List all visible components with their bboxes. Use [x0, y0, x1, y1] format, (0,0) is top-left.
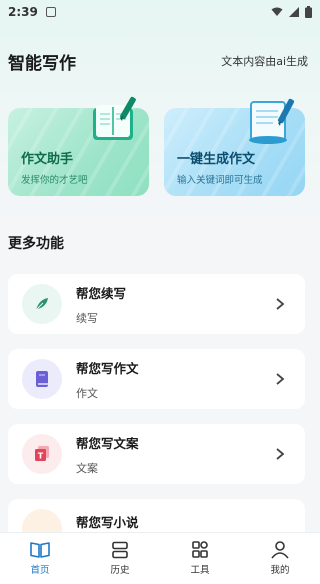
card-title: 一键生成作文 — [177, 152, 256, 167]
feature-write-copy[interactable]: T 帮您写文案 文案 — [8, 424, 305, 484]
chevron-right-icon — [276, 448, 285, 460]
nav-home[interactable]: 首页 — [0, 541, 80, 576]
feature-label: 帮您续写 — [76, 285, 127, 301]
notification-icon — [45, 7, 56, 17]
chevron-right-icon — [276, 373, 285, 385]
tools-grid-icon — [192, 541, 208, 558]
nav-label: 工具 — [190, 565, 210, 576]
generate-essay-card[interactable]: 一键生成作文 输入关键词即可生成 — [164, 98, 305, 196]
feature-write-essay[interactable]: 帮您写作文 作文 — [8, 349, 305, 409]
history-icon — [112, 541, 128, 559]
battery-icon — [305, 6, 312, 18]
home-book-icon — [30, 542, 50, 558]
nav-label: 首页 — [30, 565, 50, 576]
chevron-right-icon — [276, 298, 285, 310]
feature-icon-bg — [22, 359, 62, 399]
essay-assistant-card[interactable]: 作文助手 发挥你的才艺吧 — [8, 96, 149, 196]
wifi-icon — [271, 7, 283, 16]
scroll-pen-icon — [249, 98, 295, 144]
notebook-pen-icon — [93, 96, 136, 140]
feature-label: 帮您写文案 — [76, 435, 139, 451]
feature-text: 帮您写小说 — [76, 512, 305, 531]
book-icon — [36, 371, 48, 387]
nav-history[interactable]: 历史 — [80, 541, 160, 576]
nav-label: 历史 — [110, 565, 130, 576]
feather-icon — [35, 298, 48, 311]
feature-icon-bg — [22, 284, 62, 324]
status-time: 2:39 — [8, 5, 38, 19]
feature-sub: 续写 — [76, 311, 98, 325]
page-header: 智能写作 文本内容由ai生成 — [8, 48, 308, 74]
feature-label: 帮您写作文 — [76, 360, 139, 376]
card-title: 作文助手 — [21, 152, 74, 167]
card-subtitle: 输入关键词即可生成 — [177, 175, 263, 186]
nav-tools[interactable]: 工具 — [160, 541, 240, 576]
feature-text: 帮您写文案 文案 — [76, 433, 275, 476]
feature-icon-bg: T — [22, 434, 62, 474]
page-title: 智能写作 — [8, 53, 76, 74]
feature-continue-writing[interactable]: 帮您续写 续写 — [8, 274, 305, 334]
bottom-navigation: 首页 历史 工具 我的 — [0, 532, 320, 584]
feature-text: 帮您续写 续写 — [76, 283, 275, 326]
feature-label: 帮您写小说 — [76, 515, 139, 530]
novel-icon — [22, 509, 62, 533]
feature-text: 帮您写作文 作文 — [76, 358, 275, 401]
feature-write-novel[interactable]: 帮您写小说 — [8, 499, 305, 533]
nav-label: 我的 — [270, 565, 290, 576]
ai-disclaimer: 文本内容由ai生成 — [221, 55, 308, 68]
profile-icon — [271, 541, 289, 559]
svg-text:T: T — [38, 452, 44, 461]
more-features-title: 更多功能 — [8, 236, 64, 252]
status-indicators — [271, 6, 312, 18]
text-doc-icon: T — [35, 446, 49, 461]
feature-sub: 文案 — [76, 461, 98, 475]
status-bar: 2:39 — [0, 0, 320, 24]
nav-profile[interactable]: 我的 — [240, 541, 320, 576]
card-subtitle: 发挥你的才艺吧 — [21, 175, 88, 186]
signal-icon — [289, 7, 299, 17]
feature-sub: 作文 — [76, 386, 98, 400]
